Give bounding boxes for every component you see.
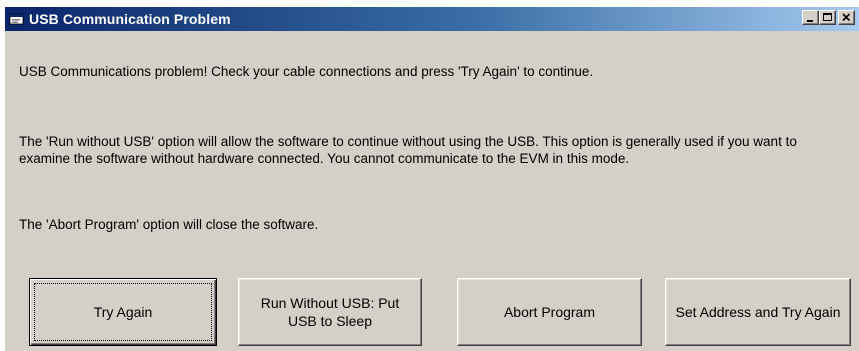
maximize-button[interactable] — [819, 10, 836, 25]
message-line-1: USB Communications problem! Check your c… — [19, 64, 594, 79]
abort-program-button[interactable]: Abort Program — [457, 278, 642, 346]
minimize-button[interactable] — [802, 10, 819, 25]
title-bar[interactable]: USB Communication Problem — [5, 7, 859, 31]
try-again-button[interactable]: Try Again — [29, 278, 217, 346]
maximize-icon — [823, 13, 832, 21]
abort-program-label: Abort Program — [503, 304, 596, 320]
set-address-button[interactable]: Set Address and Try Again — [665, 278, 851, 346]
try-again-label: Try Again — [93, 304, 153, 320]
run-without-usb-label: Run Without USB: Put USB to Sleep — [260, 295, 400, 329]
window-title: USB Communication Problem — [29, 11, 231, 27]
message-line-2: The 'Run without USB' option will allow … — [19, 134, 797, 166]
close-button[interactable] — [838, 10, 855, 25]
title-controls — [802, 10, 855, 25]
close-icon — [842, 13, 851, 22]
minimize-icon — [807, 20, 813, 22]
app-window-icon — [9, 11, 25, 27]
set-address-label: Set Address and Try Again — [675, 304, 841, 320]
dialog-window: USB Communication Problem USB Communicat… — [4, 6, 859, 351]
message-line-3: The 'Abort Program' option will close th… — [19, 217, 319, 232]
run-without-usb-button[interactable]: Run Without USB: Put USB to Sleep — [238, 278, 422, 346]
